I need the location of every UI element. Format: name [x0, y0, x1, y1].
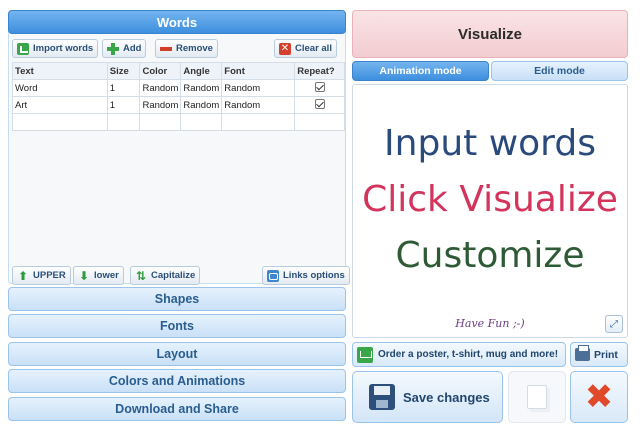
plus-icon: [107, 42, 119, 55]
repeat-checkbox[interactable]: [314, 81, 325, 92]
save-changes-button[interactable]: Save changes: [352, 371, 503, 423]
column-header[interactable]: Color: [139, 62, 182, 80]
word-repeat-cell: [294, 79, 345, 97]
word-size-cell[interactable]: 1: [106, 79, 141, 97]
fonts-section[interactable]: Fonts: [8, 314, 346, 338]
column-header[interactable]: Angle: [180, 62, 223, 80]
capitalize-label: Capitalize: [151, 270, 196, 281]
word-angle-cell[interactable]: Random: [180, 79, 223, 97]
preview-signature: Have Fun ;-): [455, 317, 525, 330]
minus-icon: [160, 43, 172, 55]
order-products-button[interactable]: Order a poster, t-shirt, mug and more!: [352, 342, 566, 367]
fullscreen-icon: ⤢: [610, 318, 618, 330]
empty-cell[interactable]: [106, 113, 141, 131]
lowercase-label: lower: [94, 270, 119, 281]
print-button[interactable]: Print: [570, 342, 628, 367]
import-icon: [17, 42, 29, 55]
lowercase-button[interactable]: ⬇ lower: [73, 266, 124, 285]
table-header-row: Text Size Color Angle Font Repeat?: [12, 62, 345, 80]
visualize-button[interactable]: Visualize: [352, 10, 628, 58]
empty-cell[interactable]: [12, 113, 108, 131]
column-header[interactable]: Repeat?: [294, 62, 345, 80]
table-row-empty[interactable]: [12, 113, 345, 131]
capitalize-button[interactable]: ⇅ Capitalize: [130, 266, 201, 285]
import-words-button[interactable]: Import words: [12, 39, 99, 58]
copy-icon: [527, 385, 547, 409]
repeat-checkbox[interactable]: [314, 98, 325, 109]
word-cloud-preview[interactable]: Input words Click Visualize Customize Ha…: [352, 84, 628, 338]
download-share-section[interactable]: Download and Share: [8, 397, 346, 421]
remove-word-button[interactable]: Remove: [155, 39, 218, 58]
delete-button[interactable]: ✖: [570, 371, 628, 423]
import-words-label: Import words: [33, 43, 94, 54]
column-header[interactable]: Size: [106, 62, 141, 80]
links-options-label: Links options: [283, 270, 345, 281]
link-icon: [267, 269, 279, 282]
uppercase-button[interactable]: ⬆ UPPER: [12, 266, 71, 285]
empty-cell[interactable]: [180, 113, 223, 131]
layout-section[interactable]: Layout: [8, 342, 346, 366]
add-word-button[interactable]: Add: [102, 39, 147, 58]
word-text-cell[interactable]: Word: [12, 79, 108, 97]
empty-cell[interactable]: [221, 113, 296, 131]
save-changes-label: Save changes: [403, 389, 490, 405]
clear-all-label: Clear all: [295, 43, 332, 54]
fullscreen-button[interactable]: ⤢: [605, 315, 623, 333]
word-color-cell[interactable]: Random: [139, 96, 182, 114]
shapes-section[interactable]: Shapes: [8, 287, 346, 311]
uppercase-label: UPPER: [33, 270, 66, 281]
copy-button[interactable]: [508, 371, 566, 423]
empty-cell[interactable]: [139, 113, 182, 131]
word-font-cell[interactable]: Random: [221, 79, 296, 97]
preview-line-input-words: Input words: [384, 123, 596, 164]
word-color-cell[interactable]: Random: [139, 79, 182, 97]
print-label: Print: [594, 348, 618, 361]
capitalize-icon: ⇅: [135, 268, 147, 283]
floppy-disk-icon: [369, 384, 395, 410]
tab-animation-mode[interactable]: Animation mode: [352, 61, 489, 81]
order-products-label: Order a poster, t-shirt, mug and more!: [378, 349, 559, 360]
add-word-label: Add: [123, 43, 142, 54]
preview-line-customize: Customize: [395, 235, 585, 276]
arrow-up-icon: ⬆: [17, 268, 29, 283]
word-text-cell[interactable]: Art: [12, 96, 108, 114]
remove-word-label: Remove: [176, 43, 213, 54]
colors-animations-section[interactable]: Colors and Animations: [8, 369, 346, 393]
delete-x-icon: ✖: [584, 377, 614, 417]
table-row[interactable]: Word 1 Random Random Random: [12, 79, 345, 97]
clear-icon: ✕: [279, 42, 291, 55]
word-angle-cell[interactable]: Random: [180, 96, 223, 114]
column-header[interactable]: Text: [12, 62, 108, 80]
words-panel-header[interactable]: Words: [8, 10, 346, 34]
tab-edit-mode[interactable]: Edit mode: [491, 61, 628, 81]
links-options-button[interactable]: Links options: [262, 266, 350, 285]
preview-line-click-visualize: Click Visualize: [362, 179, 618, 220]
words-table: Text Size Color Angle Font Repeat? Word …: [12, 62, 345, 131]
word-font-cell[interactable]: Random: [221, 96, 296, 114]
column-header[interactable]: Font: [221, 62, 296, 80]
word-repeat-cell: [294, 96, 345, 114]
word-size-cell[interactable]: 1: [106, 96, 141, 114]
clear-all-button[interactable]: ✕ Clear all: [274, 39, 337, 58]
arrow-down-icon: ⬇: [78, 268, 90, 283]
words-panel: Words Import words Add Remove ✕ Clear al…: [8, 10, 350, 285]
table-row[interactable]: Art 1 Random Random Random: [12, 96, 345, 114]
printer-icon: [575, 345, 590, 361]
empty-cell[interactable]: [294, 113, 345, 131]
cart-icon: [357, 346, 373, 363]
